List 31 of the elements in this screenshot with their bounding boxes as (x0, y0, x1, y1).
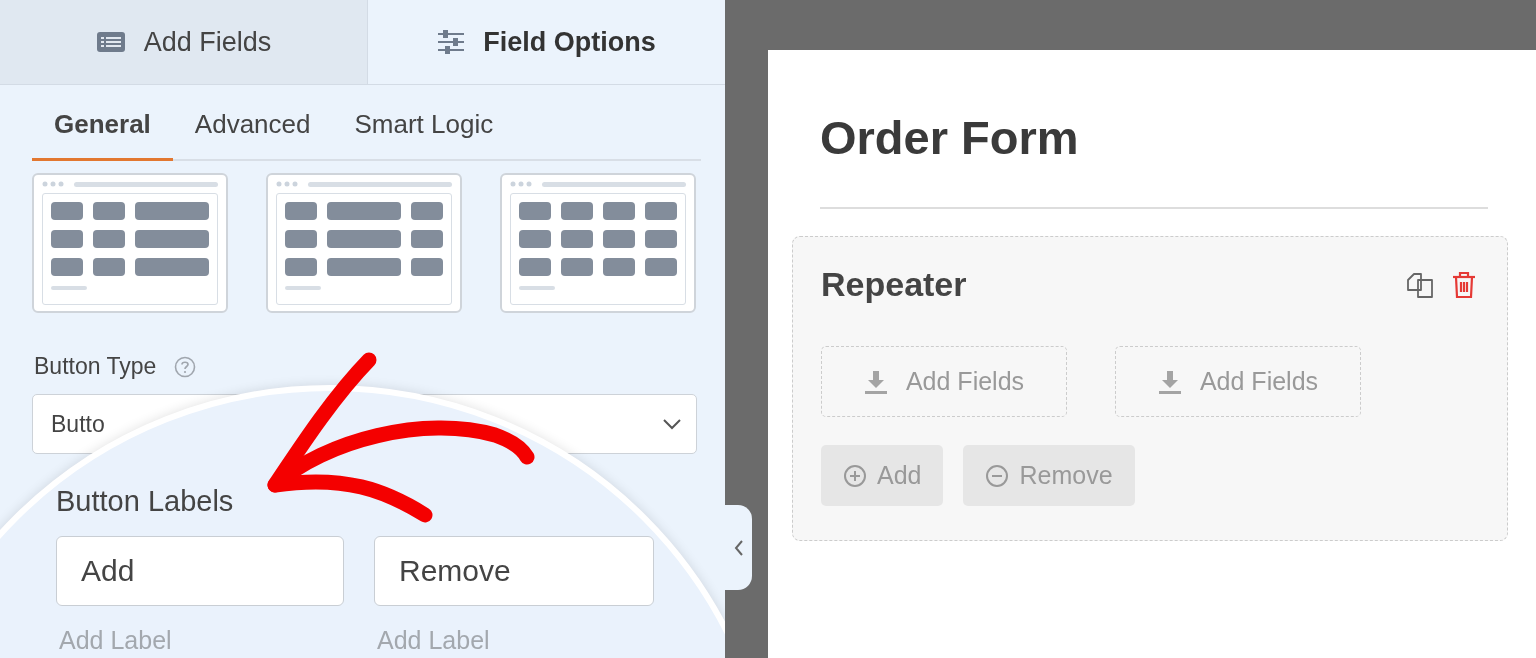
download-icon (1157, 369, 1182, 394)
sub-tab[interactable]: Advanced (172, 95, 333, 161)
help-icon (174, 355, 197, 378)
chevron-down-icon (662, 418, 682, 430)
layout-option[interactable] (500, 173, 696, 313)
layout-option[interactable] (266, 173, 462, 313)
minus-circle-icon (985, 463, 1010, 488)
sub-tab[interactable]: Smart Logic (332, 95, 516, 161)
panel-tab[interactable]: Add Fields (0, 0, 368, 84)
list-icon (95, 30, 126, 54)
field-title: Repeater (821, 265, 967, 304)
sliders-icon (437, 29, 466, 55)
dots-icon (276, 181, 298, 187)
input-field[interactable]: Add (56, 536, 344, 606)
sub-tab[interactable]: General (32, 95, 173, 161)
layout-option[interactable] (32, 173, 228, 313)
input-field[interactable]: Remove (374, 536, 654, 606)
dots-icon (510, 181, 532, 187)
field-hint: Add Label (59, 626, 173, 655)
chevron-left-icon (733, 538, 744, 557)
duplicate-icon[interactable] (1405, 270, 1435, 299)
field-label: Button Type (34, 353, 157, 380)
field-label: Button Labels (56, 485, 235, 518)
download-icon (863, 369, 888, 394)
repeater-field[interactable]: Repeater Add Fields Add Fields Add Remove (792, 236, 1508, 541)
delete-icon[interactable] (1451, 270, 1477, 299)
plus-circle-icon (843, 463, 867, 488)
field-hint: Add Label (377, 626, 491, 655)
collapse-handle[interactable] (725, 505, 752, 590)
form-title: Order Form (820, 110, 1080, 165)
dots-icon (42, 181, 64, 187)
